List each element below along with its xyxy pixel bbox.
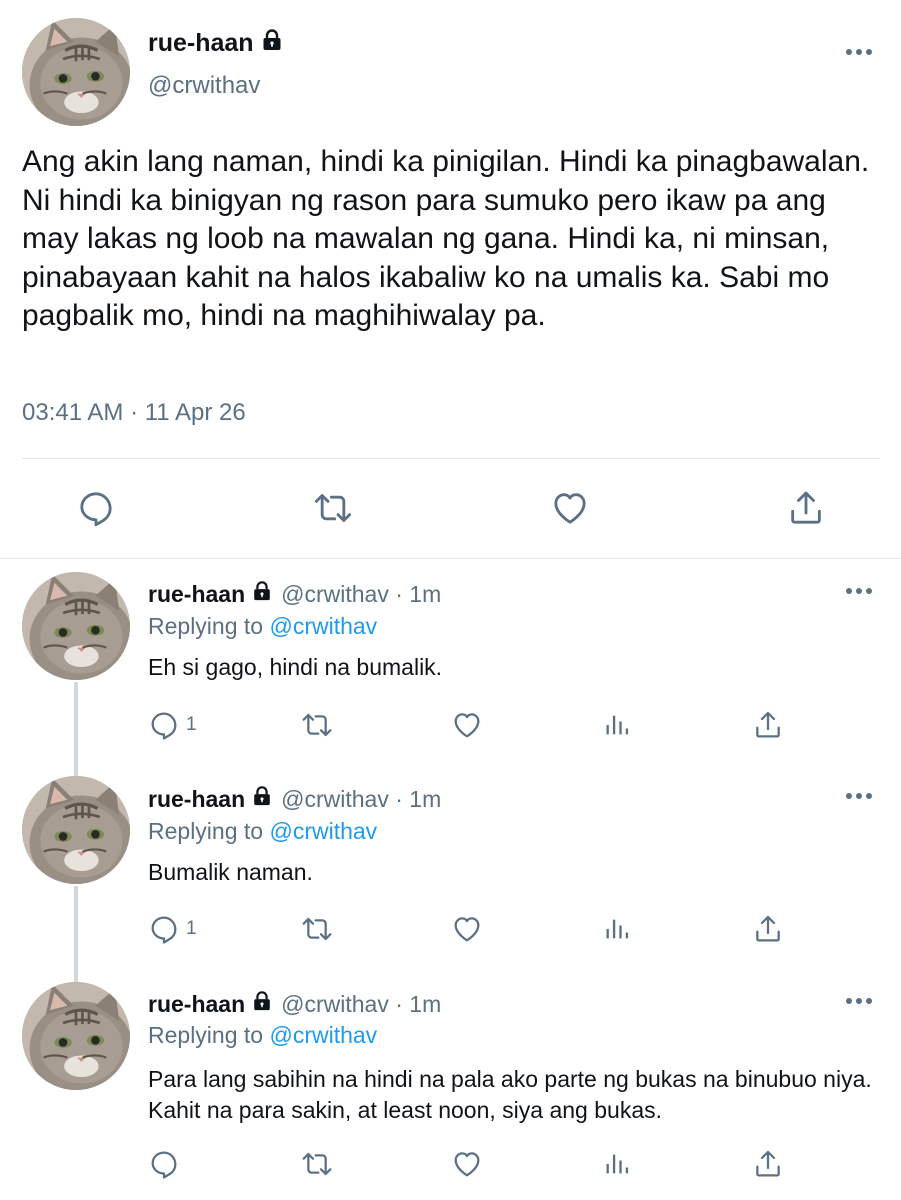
author-name-row[interactable]: rue-haan — [148, 28, 284, 59]
views-icon — [603, 1150, 631, 1178]
reply-handle-time[interactable]: @crwithav · 1m — [281, 786, 441, 813]
share-icon — [752, 913, 784, 945]
tweet-timestamp[interactable]: 03:41 AM · 11 Apr 26 — [22, 399, 246, 427]
replying-to: Replying to @crwithav — [148, 818, 377, 845]
reply-text: Eh si gago, hindi na bumalik. — [148, 654, 443, 680]
retweet-button[interactable] — [301, 709, 333, 741]
reply-name-row: rue-haan @crwithav · 1m — [148, 785, 441, 813]
retweet-icon — [301, 709, 333, 741]
replying-prefix: Replying to — [148, 613, 264, 639]
retweet-icon — [301, 913, 333, 945]
like-icon — [550, 488, 590, 528]
reply-display-name[interactable]: rue-haan — [148, 581, 245, 608]
replying-prefix: Replying to — [148, 818, 264, 844]
reply-avatar[interactable] — [22, 982, 130, 1090]
reply-handle-time[interactable]: @crwithav · 1m — [281, 991, 441, 1018]
views-icon — [603, 915, 631, 943]
reply-display-name[interactable]: rue-haan — [148, 786, 245, 813]
like-button[interactable] — [550, 488, 590, 528]
replying-to-link[interactable]: @crwithav — [269, 613, 377, 639]
reply-button[interactable]: 1 — [148, 913, 197, 945]
retweet-icon — [313, 488, 353, 528]
share-icon — [752, 1148, 784, 1180]
more-options-icon[interactable] — [846, 793, 872, 799]
lock-icon — [251, 990, 273, 1018]
like-button[interactable] — [451, 1148, 483, 1180]
views-button[interactable] — [603, 1150, 631, 1178]
tweet-text: Ang akin lang naman, hindi ka pinigilan.… — [22, 145, 870, 332]
lock-icon — [260, 28, 284, 59]
reply-avatar[interactable] — [22, 572, 130, 680]
reply-icon — [148, 1148, 180, 1180]
views-icon — [603, 711, 631, 739]
more-options-icon[interactable] — [846, 998, 872, 1004]
reply-icon — [148, 709, 180, 741]
section-divider — [0, 558, 901, 559]
reply-name-row: rue-haan @crwithav · 1m — [148, 580, 441, 608]
replying-to-link[interactable]: @crwithav — [269, 818, 377, 844]
retweet-button[interactable] — [301, 913, 333, 945]
reply-handle-time[interactable]: @crwithav · 1m — [281, 581, 441, 608]
share-icon — [752, 709, 784, 741]
lock-icon — [251, 785, 273, 813]
timestamp-divider — [22, 458, 880, 459]
reply-display-name[interactable]: rue-haan — [148, 991, 245, 1018]
thread-line — [74, 886, 78, 986]
share-button[interactable] — [752, 1148, 784, 1180]
share-button[interactable] — [786, 488, 826, 528]
reply-icon — [148, 913, 180, 945]
thread-line — [74, 682, 78, 782]
reply-button[interactable] — [76, 488, 116, 528]
author-avatar[interactable] — [22, 18, 130, 126]
reply-text: Bumalik naman. — [148, 859, 313, 885]
reply-button[interactable]: 1 — [148, 709, 197, 741]
replying-to-link[interactable]: @crwithav — [269, 1022, 377, 1048]
reply-text: Para lang sabihin na hindi na pala ako p… — [148, 1066, 872, 1123]
like-icon — [451, 1148, 483, 1180]
share-icon — [786, 488, 826, 528]
views-button[interactable] — [603, 711, 631, 739]
views-button[interactable] — [603, 915, 631, 943]
retweet-button[interactable] — [313, 488, 353, 528]
like-icon — [451, 913, 483, 945]
reply-count: 1 — [186, 918, 197, 939]
retweet-icon — [301, 1148, 333, 1180]
more-options-icon[interactable] — [846, 588, 872, 594]
reply-icon — [76, 488, 116, 528]
reply-button[interactable] — [148, 1148, 180, 1180]
replying-to: Replying to @crwithav — [148, 613, 377, 640]
like-icon — [451, 709, 483, 741]
like-button[interactable] — [451, 913, 483, 945]
retweet-button[interactable] — [301, 1148, 333, 1180]
author-handle[interactable]: @crwithav — [148, 72, 260, 100]
reply-name-row: rue-haan @crwithav · 1m — [148, 990, 441, 1018]
share-button[interactable] — [752, 913, 784, 945]
like-button[interactable] — [451, 709, 483, 741]
share-button[interactable] — [752, 709, 784, 741]
reply-count: 1 — [186, 714, 197, 735]
replying-to: Replying to @crwithav — [148, 1022, 377, 1049]
reply-avatar[interactable] — [22, 776, 130, 884]
lock-icon — [251, 580, 273, 608]
more-options-icon[interactable] — [846, 49, 872, 55]
author-display-name[interactable]: rue-haan — [148, 29, 254, 58]
replying-prefix: Replying to — [148, 1022, 264, 1048]
